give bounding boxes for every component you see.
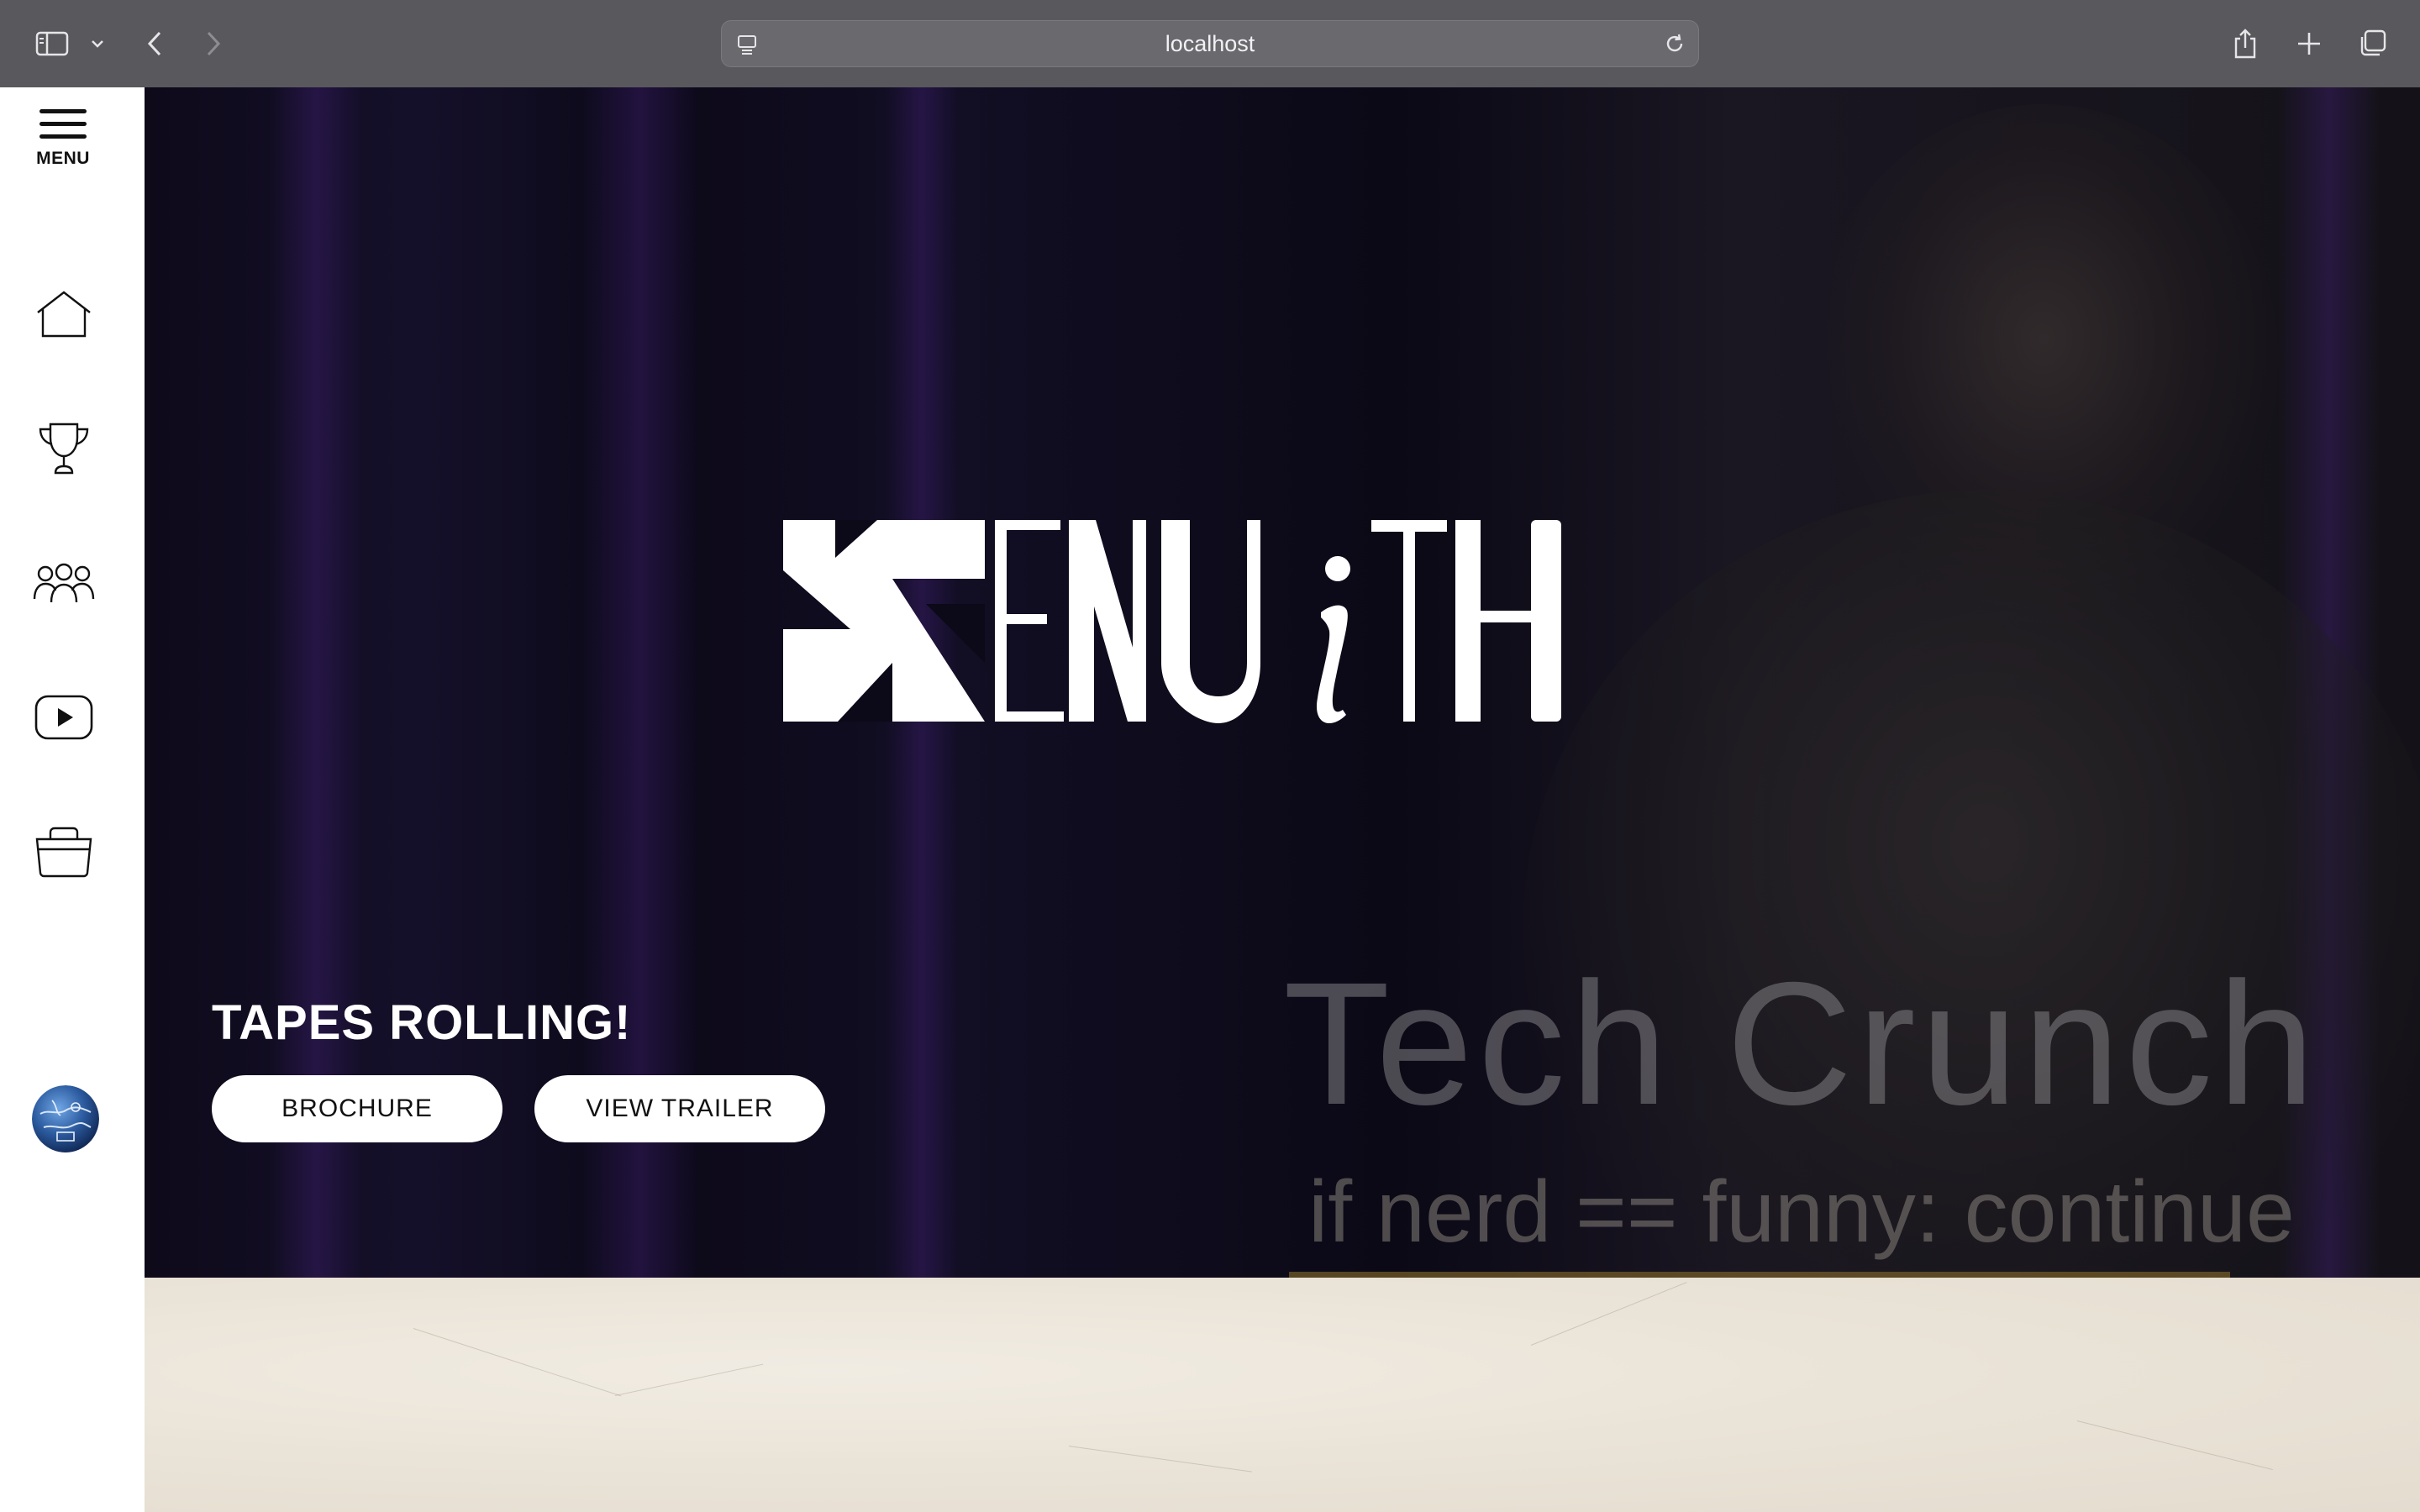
hero-tagline: TAPES ROLLING! xyxy=(212,995,632,1050)
home-icon xyxy=(37,291,91,338)
hamburger-icon xyxy=(39,109,87,147)
performer-jacket xyxy=(1523,491,2420,1278)
sidebar-toggle-icon[interactable] xyxy=(32,25,72,62)
menu-button[interactable]: MENU xyxy=(17,109,109,190)
user-avatar[interactable] xyxy=(32,1085,99,1152)
address-bar[interactable]: localhost xyxy=(721,20,1699,67)
nav-awards[interactable] xyxy=(30,415,97,482)
zenith-logo xyxy=(783,520,1561,724)
youtube-icon xyxy=(34,695,93,740)
nav-team[interactable] xyxy=(30,549,97,617)
side-navigation: MENU xyxy=(0,87,145,1512)
site-settings-icon[interactable] xyxy=(735,33,759,60)
video-overlay-subtitle: if nerd == funny: continue xyxy=(1308,1163,2295,1261)
share-icon[interactable] xyxy=(2228,25,2262,62)
trophy-icon xyxy=(39,423,89,475)
browser-toolbar: localhost xyxy=(0,0,2420,87)
menu-label: MENU xyxy=(36,149,90,168)
reload-icon[interactable] xyxy=(1663,32,1686,60)
back-arrow-icon[interactable] xyxy=(141,25,168,62)
shop-bag-icon xyxy=(35,827,92,878)
brochure-button[interactable]: BROCHURE xyxy=(212,1075,502,1142)
chevron-down-icon[interactable] xyxy=(87,25,108,62)
new-tab-plus-icon[interactable] xyxy=(2292,25,2326,62)
nav-videos[interactable] xyxy=(30,684,97,751)
url-text: localhost xyxy=(1165,30,1255,56)
nav-home[interactable] xyxy=(30,281,97,348)
forward-arrow-icon[interactable] xyxy=(200,25,227,62)
video-overlay-title: Tech Crunch xyxy=(1283,947,2320,1142)
tab-overview-icon[interactable] xyxy=(2354,25,2390,62)
video-overlay-bar xyxy=(1289,1272,2230,1278)
view-trailer-button[interactable]: VIEW TRAILER xyxy=(534,1075,825,1142)
team-icon xyxy=(33,563,95,603)
nav-shop[interactable] xyxy=(30,818,97,885)
content-section-paper xyxy=(145,1278,2420,1512)
hero-video-banner: Tech Crunch if nerd == funny: continue T… xyxy=(145,87,2420,1278)
